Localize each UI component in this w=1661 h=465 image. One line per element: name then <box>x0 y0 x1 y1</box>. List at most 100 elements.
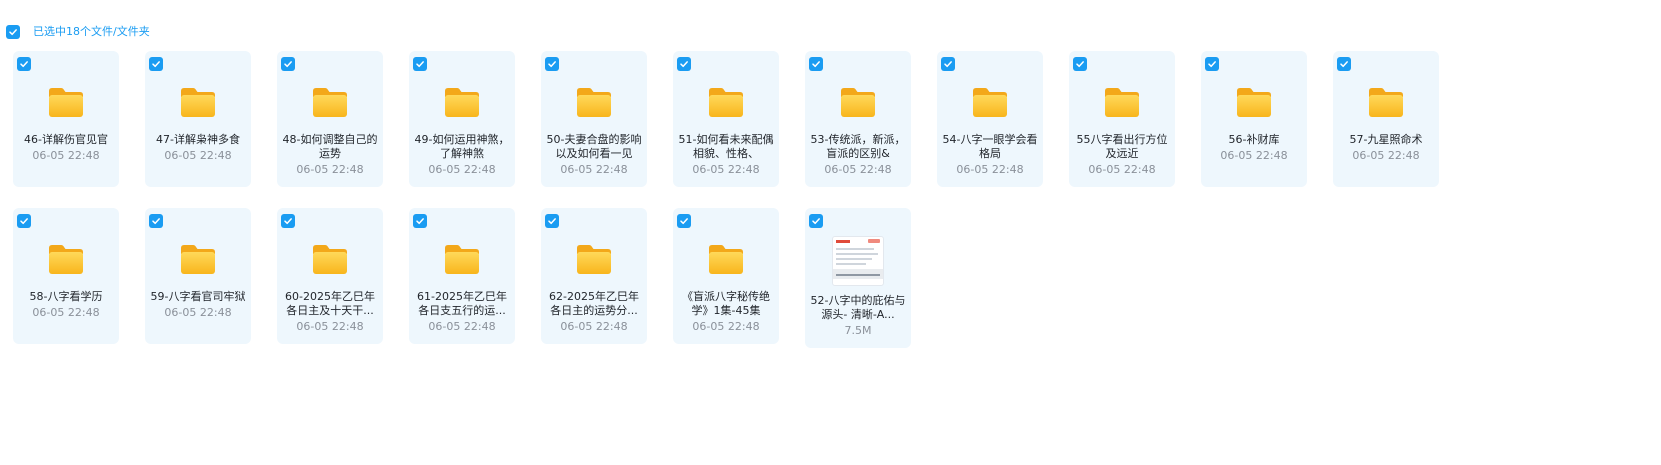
item-checkbox[interactable] <box>1205 57 1219 71</box>
item-checkbox[interactable] <box>677 214 691 228</box>
item-name: 60-2025年乙巳年各日主及十天干... <box>285 290 375 317</box>
folder-card[interactable]: 62-2025年乙巳年各日主的运势分... 06-05 22:48 <box>541 208 647 344</box>
folder-card[interactable]: 60-2025年乙巳年各日主及十天干... 06-05 22:48 <box>277 208 383 344</box>
item-checkbox[interactable] <box>17 57 31 71</box>
folder-icon <box>575 85 613 119</box>
folder-icon <box>1367 85 1405 119</box>
item-checkbox[interactable] <box>413 57 427 71</box>
file-card[interactable]: 52-八字中的庇佑与源头- 清晰-A... 7.5M <box>805 208 911 348</box>
folder-card[interactable]: 50-夫妻合盘的影响以及如何看一见 06-05 22:48 <box>541 51 647 187</box>
folder-card[interactable]: 54-八字一眼学会看格局 06-05 22:48 <box>937 51 1043 187</box>
item-name: 《盲派八字秘传绝学》1集-45集 <box>682 290 770 317</box>
folder-icon <box>839 85 877 119</box>
item-meta: 06-05 22:48 <box>692 163 760 176</box>
checkmark-icon <box>416 61 424 68</box>
folder-icon <box>311 85 349 119</box>
folder-icon <box>443 85 481 119</box>
folder-icon <box>443 242 481 276</box>
checkmark-icon <box>548 61 556 68</box>
folder-icon <box>1103 85 1141 119</box>
item-meta: 06-05 22:48 <box>1088 163 1156 176</box>
folder-card[interactable]: 51-如何看未来配偶 相貌、性格、 06-05 22:48 <box>673 51 779 187</box>
item-name: 51-如何看未来配偶 相貌、性格、 <box>678 133 774 160</box>
item-meta: 06-05 22:48 <box>32 149 100 162</box>
folder-card[interactable]: 58-八字看学历 06-05 22:48 <box>13 208 119 344</box>
item-name: 56-补财库 <box>1228 133 1280 146</box>
folder-icon <box>47 85 85 119</box>
folder-icon <box>47 242 85 276</box>
item-name: 57-九星照命术 <box>1349 133 1423 146</box>
checkmark-icon <box>944 61 952 68</box>
item-meta: 06-05 22:48 <box>560 320 628 333</box>
folder-card[interactable]: 59-八字看官司牢狱 06-05 22:48 <box>145 208 251 344</box>
item-checkbox[interactable] <box>17 214 31 228</box>
folder-card[interactable]: 53-传统派，新派，盲派的区别& 06-05 22:48 <box>805 51 911 187</box>
folder-card[interactable]: 61-2025年乙巳年各日支五行的运... 06-05 22:48 <box>409 208 515 344</box>
item-meta: 06-05 22:48 <box>956 163 1024 176</box>
item-meta: 06-05 22:48 <box>428 320 496 333</box>
folder-card[interactable]: 48-如何调整自己的运势 06-05 22:48 <box>277 51 383 187</box>
checkmark-icon <box>20 218 28 225</box>
item-checkbox[interactable] <box>1073 57 1087 71</box>
item-meta: 06-05 22:48 <box>164 306 232 319</box>
folder-card[interactable]: 49-如何运用神煞，了解神煞 06-05 22:48 <box>409 51 515 187</box>
folder-card[interactable]: 46-详解伤官见官 06-05 22:48 <box>13 51 119 187</box>
item-name: 52-八字中的庇佑与源头- 清晰-A... <box>810 294 906 321</box>
checkmark-icon <box>1340 61 1348 68</box>
item-meta: 06-05 22:48 <box>824 163 892 176</box>
item-meta: 06-05 22:48 <box>692 320 760 333</box>
checkmark-icon <box>284 218 292 225</box>
checkmark-icon <box>812 218 820 225</box>
item-name: 54-八字一眼学会看格局 <box>942 133 1038 160</box>
folder-card[interactable]: 《盲派八字秘传绝学》1集-45集 06-05 22:48 <box>673 208 779 344</box>
checkmark-icon <box>416 218 424 225</box>
checkmark-icon <box>680 218 688 225</box>
item-checkbox[interactable] <box>809 214 823 228</box>
item-checkbox[interactable] <box>809 57 823 71</box>
checkmark-icon <box>152 218 160 225</box>
file-grid: 46-详解伤官见官 06-05 22:48 47-详解枭神多食 06-05 22… <box>13 51 1473 348</box>
folder-card[interactable]: 57-九星照命术 06-05 22:48 <box>1333 51 1439 187</box>
item-checkbox[interactable] <box>413 214 427 228</box>
item-name: 49-如何运用神煞，了解神煞 <box>414 133 510 160</box>
selection-count-label: 已选中18个文件/文件夹 <box>33 25 150 38</box>
item-name: 46-详解伤官见官 <box>24 133 108 146</box>
folder-card[interactable]: 56-补财库 06-05 22:48 <box>1201 51 1307 187</box>
item-meta: 06-05 22:48 <box>32 306 100 319</box>
item-meta: 06-05 22:48 <box>560 163 628 176</box>
checkmark-icon <box>1076 61 1084 68</box>
item-name: 58-八字看学历 <box>29 290 103 303</box>
item-name: 53-传统派，新派，盲派的区别& <box>810 133 906 160</box>
checkmark-icon <box>284 61 292 68</box>
item-checkbox[interactable] <box>149 57 163 71</box>
item-name: 62-2025年乙巳年各日主的运势分... <box>549 290 639 317</box>
folder-card[interactable]: 47-详解枭神多食 06-05 22:48 <box>145 51 251 187</box>
checkmark-icon <box>548 218 556 225</box>
checkmark-icon <box>680 61 688 68</box>
item-name: 50-夫妻合盘的影响以及如何看一见 <box>546 133 642 160</box>
folder-icon <box>311 242 349 276</box>
item-checkbox[interactable] <box>1337 57 1351 71</box>
item-meta: 7.5M <box>844 324 872 337</box>
folder-icon <box>707 85 745 119</box>
item-checkbox[interactable] <box>149 214 163 228</box>
folder-card[interactable]: 55八字看出行方位及远近 06-05 22:48 <box>1069 51 1175 187</box>
item-checkbox[interactable] <box>281 57 295 71</box>
item-checkbox[interactable] <box>545 214 559 228</box>
document-thumbnail-icon <box>832 236 884 286</box>
item-name: 59-八字看官司牢狱 <box>150 290 246 303</box>
item-checkbox[interactable] <box>941 57 955 71</box>
checkmark-icon <box>812 61 820 68</box>
folder-icon <box>1235 85 1273 119</box>
checkmark-icon <box>1208 61 1216 68</box>
item-meta: 06-05 22:48 <box>1352 149 1420 162</box>
item-meta: 06-05 22:48 <box>164 149 232 162</box>
select-all-checkbox[interactable] <box>6 25 20 39</box>
item-checkbox[interactable] <box>677 57 691 71</box>
item-name: 48-如何调整自己的运势 <box>282 133 378 160</box>
folder-icon <box>707 242 745 276</box>
item-checkbox[interactable] <box>545 57 559 71</box>
item-meta: 06-05 22:48 <box>428 163 496 176</box>
checkmark-icon <box>9 29 17 36</box>
item-checkbox[interactable] <box>281 214 295 228</box>
